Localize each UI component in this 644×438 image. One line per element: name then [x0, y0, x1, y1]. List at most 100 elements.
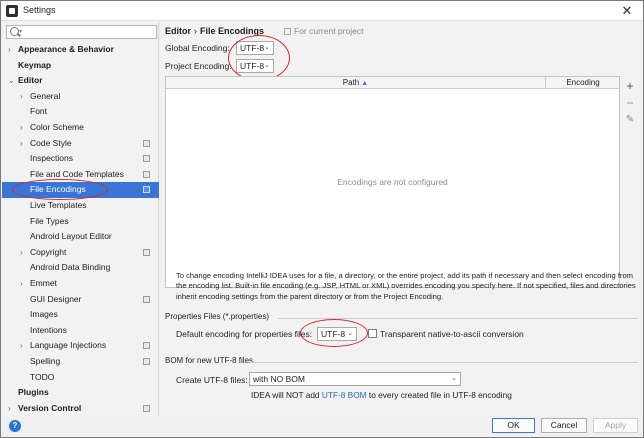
sidebar-item-file-encodings[interactable]: File Encodings [2, 182, 159, 198]
search-input[interactable]: ▾ [6, 25, 157, 39]
chevron-right-icon[interactable]: › [20, 120, 23, 136]
sidebar-item-font[interactable]: Font [2, 104, 159, 120]
chevron-right-icon[interactable]: › [20, 89, 23, 105]
sidebar-item-color-scheme[interactable]: › Color Scheme [2, 120, 159, 136]
sidebar-item-label: File Encodings [30, 184, 86, 195]
add-icon[interactable]: + [622, 78, 638, 94]
global-encoding-value: UTF-8 [240, 43, 265, 53]
sidebar-item-code-style[interactable]: › Code Style [2, 136, 159, 152]
edit-icon[interactable]: ✎ [622, 112, 638, 128]
sidebar-item-appearance-behavior[interactable]: › Appearance & Behavior [2, 42, 159, 58]
project-scope-icon [143, 155, 150, 163]
sidebar-item-editor[interactable]: ⌄ Editor [2, 73, 159, 89]
sidebar-item-inspections[interactable]: Inspections [2, 151, 159, 167]
project-scope-icon [143, 295, 150, 303]
sidebar-item-copyright[interactable]: › Copyright [2, 245, 159, 261]
apply-button[interactable]: Apply [593, 418, 638, 433]
sidebar-item-gui-designer[interactable]: GUI Designer [2, 292, 159, 308]
transparent-conversion-checkbox[interactable] [368, 329, 377, 338]
sidebar-item-label: Code Style [30, 137, 72, 148]
project-scope-icon [143, 358, 150, 365]
table-header: Path ▲ Encoding [166, 77, 619, 89]
properties-encoding-select[interactable]: UTF-8 ⌄ [317, 327, 357, 341]
chevron-down-icon: ⌄ [347, 330, 353, 337]
sidebar-item-android-layout-editor[interactable]: Android Layout Editor [2, 229, 159, 245]
sidebar-item-label: Live Templates [30, 200, 87, 210]
sidebar-item-label: Emmet [30, 278, 57, 288]
sidebar-item-label: File Types [30, 215, 69, 226]
sidebar-item-label: Color Scheme [30, 122, 84, 132]
title-bar: Settings ✕ [1, 1, 643, 21]
encoding-description: To change encoding IntelliJ IDEA uses fo… [176, 271, 636, 301]
sidebar-item-keymap[interactable]: Keymap [2, 58, 159, 74]
path-column-label: Path [342, 78, 360, 87]
sidebar-item-label: Images [30, 309, 58, 320]
global-encoding-label: Global Encoding: [165, 43, 230, 53]
project-scope-icon [143, 342, 150, 350]
breadcrumb-parent: Editor [165, 26, 191, 36]
path-column-header[interactable]: Path ▲ [166, 77, 546, 89]
sidebar-item-label: Intentions [30, 324, 67, 335]
sidebar-item-version-control[interactable]: › Version Control [2, 401, 159, 417]
breadcrumb-separator: › [194, 26, 197, 36]
sidebar-item-language-injections[interactable]: › Language Injections [2, 338, 159, 354]
bom-value: with NO BOM [253, 374, 305, 384]
project-scope-icon [143, 139, 150, 147]
encoding-column-header[interactable]: Encoding [547, 77, 619, 89]
project-scope-icon [143, 186, 150, 194]
project-scope-icon [143, 170, 150, 178]
app-icon [6, 5, 18, 17]
remove-icon[interactable]: − [622, 95, 638, 111]
ok-button[interactable]: OK [492, 418, 535, 433]
sidebar-item-label: Appearance & Behavior [18, 44, 114, 54]
sidebar-item-label: Spelling [30, 356, 61, 366]
sidebar-item-label: File and Code Templates [30, 168, 124, 179]
sidebar-item-spelling[interactable]: Spelling [2, 354, 159, 370]
settings-window: Settings ✕ ▾ › Appearance & Behavior Keyma… [0, 0, 644, 438]
transparent-conversion-label[interactable]: Transparent native-to-ascii conversion [380, 329, 524, 339]
help-icon[interactable]: ? [9, 420, 21, 432]
file-encodings-table[interactable]: Path ▲ Encoding Encodings are not configu… [165, 76, 620, 288]
sidebar-item-general[interactable]: › General [2, 89, 159, 105]
bom-select[interactable]: with NO BOM ⌄ [249, 372, 461, 386]
project-encoding-label: Project Encoding: [165, 61, 232, 71]
chevron-down-icon[interactable]: ⌄ [8, 73, 15, 89]
chevron-right-icon[interactable]: › [20, 245, 23, 261]
sidebar-item-live-templates[interactable]: Live Templates [2, 198, 159, 214]
utf8-bom-link[interactable]: UTF-8 BOM [322, 390, 367, 400]
sidebar-item-images[interactable]: Images [2, 307, 159, 323]
sidebar-item-todo[interactable]: TODO [2, 370, 159, 386]
bom-section-title: BOM for new UTF-8 files [165, 356, 254, 365]
chevron-down-icon: ⌄ [451, 375, 457, 382]
breadcrumb: Editor › File Encodings [165, 26, 264, 36]
section-divider [250, 362, 638, 363]
chevron-right-icon[interactable]: › [8, 401, 11, 417]
bom-hint: IDEA will NOT add UTF-8 BOM to every cre… [251, 390, 512, 400]
sidebar-item-android-data-binding[interactable]: Android Data Binding [2, 260, 159, 276]
properties-section-title: Properties Files (*.properties) [165, 312, 270, 321]
sidebar-item-label: Keymap [18, 59, 52, 70]
sidebar-item-label: GUI Designer [30, 293, 82, 304]
settings-sidebar: ▾ › Appearance & Behavior Keymap ⌄ Editor › Ge… [2, 22, 159, 416]
close-button[interactable]: ✕ [617, 2, 637, 19]
window-title: Settings [23, 5, 56, 15]
breadcrumb-current: File Encodings [200, 26, 265, 36]
cancel-button[interactable]: Cancel [541, 418, 587, 433]
sidebar-item-plugins[interactable]: Plugins [2, 385, 159, 401]
properties-encoding-label: Default encoding for properties files: [176, 329, 313, 339]
sidebar-item-file-types[interactable]: File Types [2, 214, 159, 230]
chevron-right-icon[interactable]: › [8, 42, 11, 58]
global-encoding-select[interactable]: UTF-8 ⌄ [236, 41, 274, 55]
sidebar-item-intentions[interactable]: Intentions [2, 323, 159, 339]
sidebar-item-emmet[interactable]: › Emmet [2, 276, 159, 292]
project-scope-icon [284, 28, 291, 35]
project-scope-icon [143, 404, 150, 412]
chevron-right-icon[interactable]: › [20, 276, 23, 292]
properties-encoding-value: UTF-8 [321, 329, 346, 339]
sidebar-item-file-and-code-templates[interactable]: File and Code Templates [2, 167, 159, 183]
chevron-right-icon[interactable]: › [20, 338, 23, 354]
chevron-down-icon: ⌄ [264, 44, 270, 51]
chevron-right-icon[interactable]: › [20, 136, 23, 152]
project-encoding-select[interactable]: UTF-8 ⌄ [236, 59, 274, 73]
search-history-chevron-icon[interactable]: ▾ [19, 28, 22, 35]
